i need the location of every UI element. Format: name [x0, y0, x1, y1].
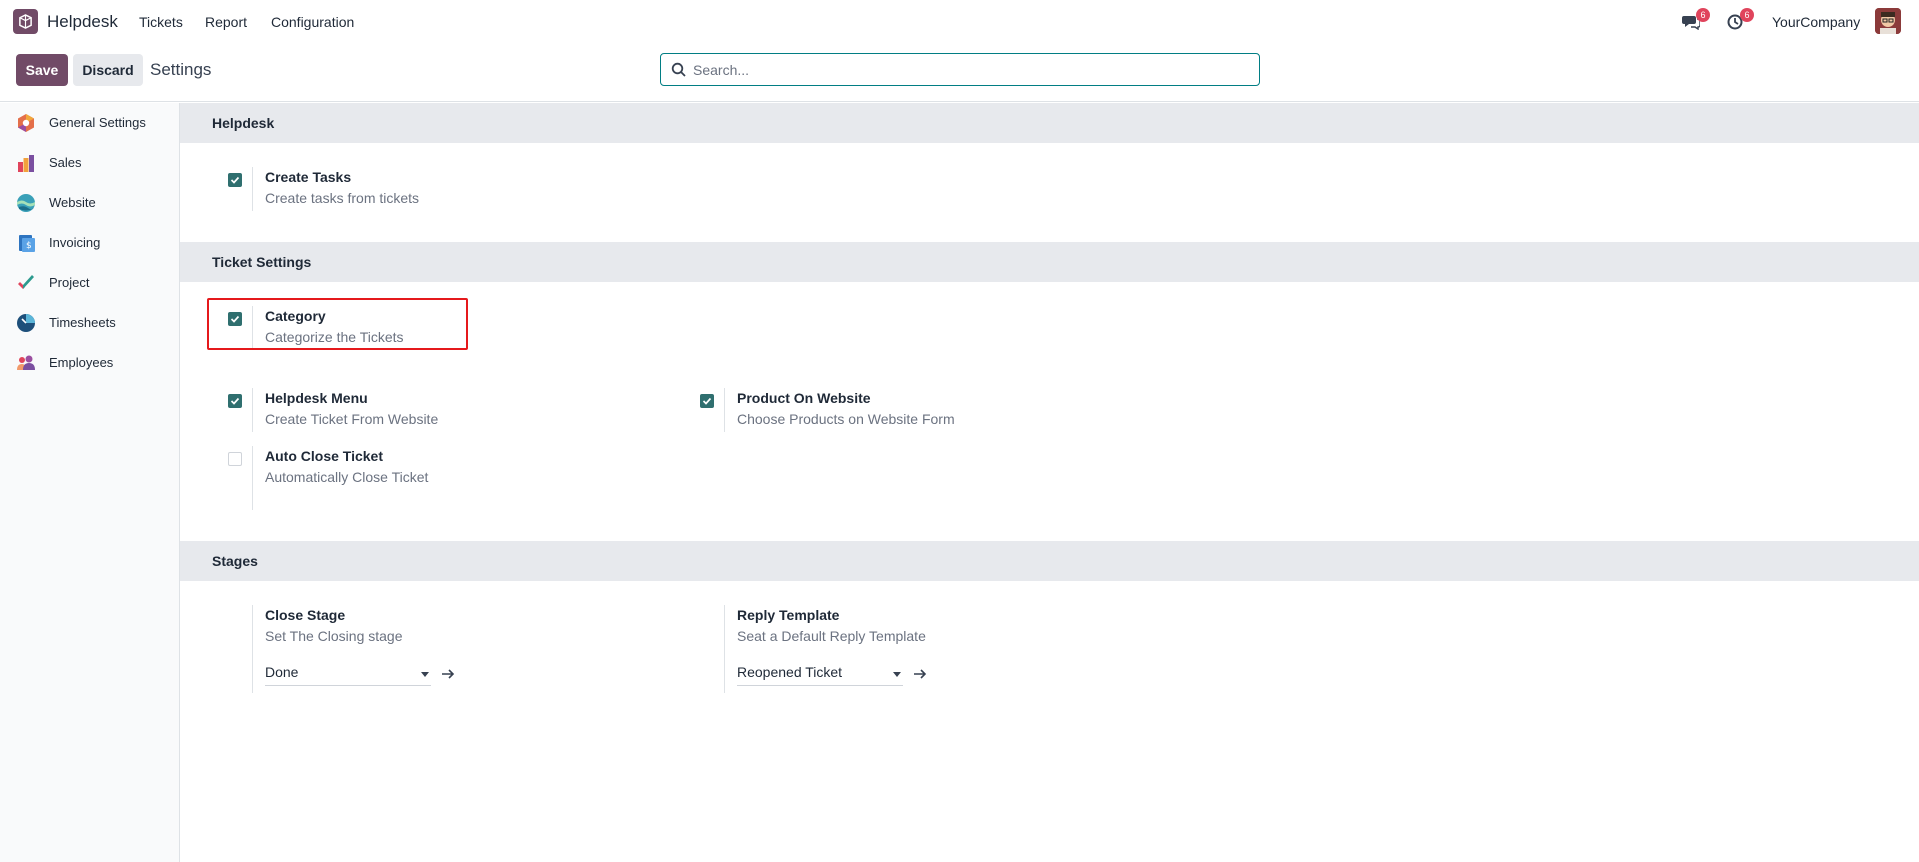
menu-tickets[interactable]: Tickets	[139, 14, 183, 30]
top-navbar: Helpdesk Tickets Report Configuration 6 …	[0, 0, 1919, 43]
section-title: Helpdesk	[212, 115, 275, 131]
messages-icon[interactable]: 6	[1680, 8, 1710, 33]
setting-description: Automatically Close Ticket	[265, 469, 429, 485]
company-switcher[interactable]: YourCompany	[1772, 14, 1860, 30]
sidebar-item-employees[interactable]: Employees	[0, 343, 180, 383]
sidebar-item-label: Website	[49, 195, 96, 210]
sidebar-item-sales[interactable]: Sales	[0, 143, 180, 183]
helpdesk-menu-checkbox[interactable]	[228, 394, 242, 408]
section-header-helpdesk: Helpdesk	[180, 103, 1919, 143]
setting-description: Choose Products on Website Form	[737, 411, 955, 427]
chevron-down-icon	[421, 672, 429, 677]
settings-sidebar: General Settings Sales Website $ Invoici…	[0, 103, 180, 862]
activities-icon[interactable]: 6	[1724, 8, 1754, 33]
sidebar-item-general-settings[interactable]: General Settings	[0, 103, 180, 143]
close-stage-select[interactable]: Done	[265, 664, 431, 686]
settings-content: Helpdesk Create Tasks Create tasks from …	[180, 103, 1919, 862]
website-icon	[17, 194, 35, 212]
discard-button[interactable]: Discard	[73, 54, 143, 86]
auto-close-ticket-checkbox[interactable]	[228, 452, 242, 466]
project-icon	[18, 275, 34, 289]
sidebar-item-label: Timesheets	[49, 315, 116, 330]
chevron-down-icon	[893, 672, 901, 677]
reply-template-select[interactable]: Reopened Ticket	[737, 664, 903, 686]
reply-template-value: Reopened Ticket	[737, 664, 843, 680]
employees-icon	[17, 355, 35, 370]
section-header-stages: Stages	[180, 541, 1919, 581]
setting-description: Set The Closing stage	[265, 628, 403, 644]
helpdesk-app-icon[interactable]	[13, 9, 38, 34]
arrow-right-icon[interactable]	[913, 667, 927, 681]
user-avatar[interactable]	[1875, 8, 1901, 34]
sidebar-item-timesheets[interactable]: Timesheets	[0, 303, 180, 343]
sidebar-item-label: Invoicing	[49, 235, 101, 250]
invoicing-icon: $	[19, 235, 35, 252]
sidebar-item-label: Project	[49, 275, 90, 290]
app-name[interactable]: Helpdesk	[47, 12, 118, 32]
section-title: Stages	[212, 553, 258, 569]
setting-title: Helpdesk Menu	[265, 390, 368, 406]
sidebar-item-label: Sales	[49, 155, 82, 170]
setting-title: Reply Template	[737, 607, 840, 623]
svg-text:$: $	[26, 241, 32, 251]
save-button[interactable]: Save	[16, 54, 68, 86]
sidebar-item-label: General Settings	[49, 115, 146, 130]
search-icon	[671, 62, 686, 77]
messages-badge: 6	[1696, 8, 1710, 22]
setting-description: Seat a Default Reply Template	[737, 628, 926, 644]
search-box[interactable]	[660, 53, 1260, 86]
sidebar-item-invoicing[interactable]: $ Invoicing	[0, 223, 180, 263]
section-header-ticket-settings: Ticket Settings	[180, 242, 1919, 282]
highlight-box	[207, 298, 468, 350]
setting-title: Auto Close Ticket	[265, 448, 383, 464]
menu-configuration[interactable]: Configuration	[271, 14, 354, 30]
close-stage-value: Done	[265, 664, 299, 680]
timesheets-icon	[17, 314, 35, 332]
sidebar-item-website[interactable]: Website	[0, 183, 180, 223]
control-panel: Save Discard Settings	[0, 43, 1919, 102]
sidebar-item-label: Employees	[49, 355, 114, 370]
setting-description: Create tasks from tickets	[265, 190, 420, 206]
arrow-right-icon[interactable]	[441, 667, 455, 681]
section-title: Ticket Settings	[212, 254, 312, 270]
create-tasks-checkbox[interactable]	[228, 173, 242, 187]
setting-title: Close Stage	[265, 607, 346, 623]
setting-title: Create Tasks	[265, 169, 352, 185]
activities-badge: 6	[1740, 8, 1754, 22]
general-settings-icon	[18, 114, 34, 132]
setting-title: Product On Website	[737, 390, 871, 406]
breadcrumb: Settings	[150, 60, 212, 79]
search-input[interactable]	[693, 60, 1233, 80]
setting-description: Create Ticket From Website	[265, 411, 439, 427]
sales-icon	[18, 155, 34, 172]
menu-report[interactable]: Report	[205, 14, 247, 30]
product-on-website-checkbox[interactable]	[700, 394, 714, 408]
sidebar-item-project[interactable]: Project	[0, 263, 180, 303]
